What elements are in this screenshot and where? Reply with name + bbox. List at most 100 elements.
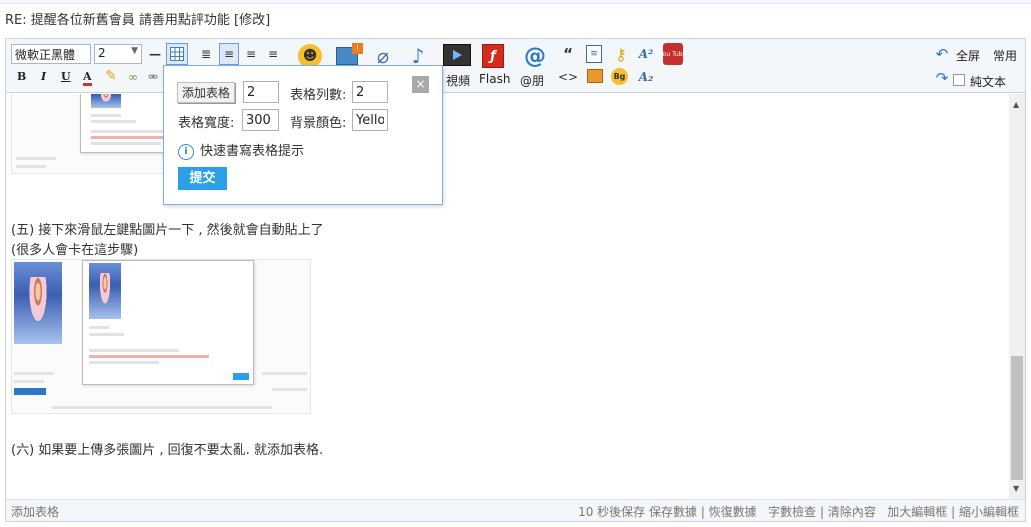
indent-icon[interactable]: ≣ xyxy=(197,44,215,64)
preview-line xyxy=(262,372,307,375)
word-count-link[interactable]: 字數檢查 xyxy=(768,505,816,519)
table-bgcolor-input[interactable] xyxy=(352,109,388,131)
align-center-icon[interactable]: ≡ xyxy=(242,44,260,64)
key-icon[interactable]: ⚷ xyxy=(612,44,630,64)
at-mention-icon[interactable]: @ xyxy=(522,43,548,69)
preview-line xyxy=(52,406,272,409)
sub-label: A₂ xyxy=(638,70,654,84)
anime-photo-large xyxy=(14,262,62,344)
paragraph-step5-line1: (五) 接下來滑鼠左鍵點圖片一下 , 然後就會自動貼上了 xyxy=(11,223,324,238)
preview-line xyxy=(14,380,44,383)
font-size-select[interactable]: 2 ▼ xyxy=(94,44,142,64)
table-width-input[interactable] xyxy=(242,109,279,131)
enlarge-editor-link[interactable]: 加大編輯框 xyxy=(887,505,947,519)
redo-icon[interactable]: ↷ xyxy=(933,69,951,87)
top-strip xyxy=(0,0,1031,4)
sup-label: A² xyxy=(638,47,654,61)
plaintext-label: 純文本 xyxy=(970,75,1007,89)
upload-dialog-preview xyxy=(82,260,254,385)
preview-line xyxy=(16,165,46,168)
preview-line xyxy=(89,355,209,358)
youtube-icon[interactable]: You Tube xyxy=(659,43,687,65)
preview-line xyxy=(89,333,124,336)
preview-line xyxy=(272,388,307,391)
close-icon[interactable]: × xyxy=(412,76,429,93)
screenshot-image-2[interactable] xyxy=(11,259,311,414)
font-family-select[interactable]: 微軟正黑體 xyxy=(11,44,91,64)
chevron-down-icon: ▼ xyxy=(131,46,138,56)
scroll-up-icon[interactable]: ▲ xyxy=(1013,100,1019,109)
align-right-icon[interactable]: ≡ xyxy=(264,44,282,64)
preview-line xyxy=(91,130,171,133)
preview-line xyxy=(89,361,159,364)
font-color-button[interactable]: A xyxy=(83,70,92,86)
paragraph-step6: (六) 如果要上傳多張圖片 , 回復不要太亂. 就添加表格. xyxy=(11,443,324,458)
document-icon[interactable]: ≡ xyxy=(586,45,602,63)
font-family-value: 微軟正黑體 xyxy=(15,48,76,62)
background-color-icon[interactable]: Bg xyxy=(611,68,628,85)
fullscreen-button[interactable]: 全屏 xyxy=(956,47,980,64)
thumbnail-photo xyxy=(89,263,121,319)
shrink-editor-link[interactable]: 縮小編輯框 xyxy=(959,505,1019,519)
quote-icon[interactable]: “ xyxy=(560,45,576,63)
undo-icon[interactable]: ↶ xyxy=(933,45,951,63)
restore-data-link[interactable]: 恢復數據 xyxy=(709,505,757,519)
preview-line xyxy=(16,157,56,160)
table-cols-input[interactable] xyxy=(352,81,388,103)
status-hint: 添加表格 xyxy=(11,505,60,519)
free-icon[interactable] xyxy=(587,69,603,83)
paragraph-step5-line2: (很多人會卡在這步驟) xyxy=(11,243,139,258)
plaintext-checkbox[interactable] xyxy=(953,74,965,86)
highlight-icon[interactable]: ✎ xyxy=(102,67,120,85)
editor-content[interactable]: (五) 接下來滑鼠左鍵點圖片一下 , 然後就會自動貼上了 (很多人會卡在這步驟)… xyxy=(6,94,1006,499)
underline-button[interactable]: U xyxy=(61,70,71,83)
clear-content-link[interactable]: 清除內容 xyxy=(828,505,876,519)
preview-line xyxy=(91,114,121,117)
bold-button[interactable]: B xyxy=(17,70,26,83)
subscript-icon[interactable]: A₂ xyxy=(636,68,656,86)
align-left-icon[interactable]: ≡ xyxy=(219,43,239,65)
table-rows-input[interactable] xyxy=(243,81,279,103)
unlink-icon[interactable]: ⚮ xyxy=(144,69,162,85)
scroll-down-icon[interactable]: ▼ xyxy=(1013,484,1019,493)
insert-mini-button xyxy=(233,373,249,380)
table-cols-label: 表格列數: xyxy=(290,88,347,103)
post-title: RE: 提醒各位新舊會員 請善用點評功能 [修改] xyxy=(5,13,271,28)
link-icon[interactable]: ∞ xyxy=(124,69,142,85)
mini-blue-button xyxy=(14,388,46,395)
preview-line xyxy=(14,372,54,375)
add-table-popup: 添加表格 表格列數: × 表格寬度: 背景顏色: i 快速書寫表格提示 提交 xyxy=(163,65,443,205)
editor-scrollbar[interactable]: ▲ ▼ xyxy=(1009,94,1025,499)
table-icon[interactable] xyxy=(166,43,188,65)
code-icon[interactable]: <> xyxy=(557,69,579,85)
table-hint[interactable]: i 快速書寫表格提示 xyxy=(178,140,304,160)
superscript-icon[interactable]: A² xyxy=(636,44,656,64)
preview-line xyxy=(89,326,109,329)
thumbnail-photo xyxy=(91,94,121,108)
mention-label[interactable]: @朋 xyxy=(520,72,544,89)
youtube-label: You Tube xyxy=(659,50,687,58)
flash-label[interactable]: Flash xyxy=(479,72,510,86)
common-button[interactable]: 常用 xyxy=(993,47,1017,64)
code-label: <> xyxy=(557,70,579,84)
video-label[interactable]: 視頻 xyxy=(446,72,470,89)
bg-label: Bg xyxy=(613,72,626,81)
italic-button[interactable]: I xyxy=(41,70,46,83)
save-data-link[interactable]: 保存數據 xyxy=(649,505,697,519)
flash-icon[interactable]: ƒ xyxy=(482,44,504,68)
info-icon: i xyxy=(178,143,194,160)
editor-statusbar: 添加表格 10 秒後保存 保存數據 | 恢復數據 字數檢查 | 清除內容 加大編… xyxy=(6,499,1025,521)
video-icon[interactable] xyxy=(443,44,471,66)
preview-line xyxy=(91,142,161,145)
statusbar-actions: 10 秒後保存 保存數據 | 恢復數據 字數檢查 | 清除內容 加大編輯框 | … xyxy=(578,505,1019,519)
table-width-label: 表格寬度: xyxy=(178,116,235,131)
autosave-status: 10 秒後保存 xyxy=(578,505,646,519)
add-table-label: 添加表格 xyxy=(177,82,236,103)
quote-label: “ xyxy=(563,45,573,63)
horizontal-rule-icon[interactable]: — xyxy=(148,45,162,63)
image-badge-icon: ! xyxy=(352,43,363,54)
preview-line xyxy=(89,349,179,352)
table-bgcolor-label: 背景顏色: xyxy=(290,116,347,131)
submit-button[interactable]: 提交 xyxy=(178,167,227,190)
scroll-thumb[interactable] xyxy=(1011,356,1023,480)
